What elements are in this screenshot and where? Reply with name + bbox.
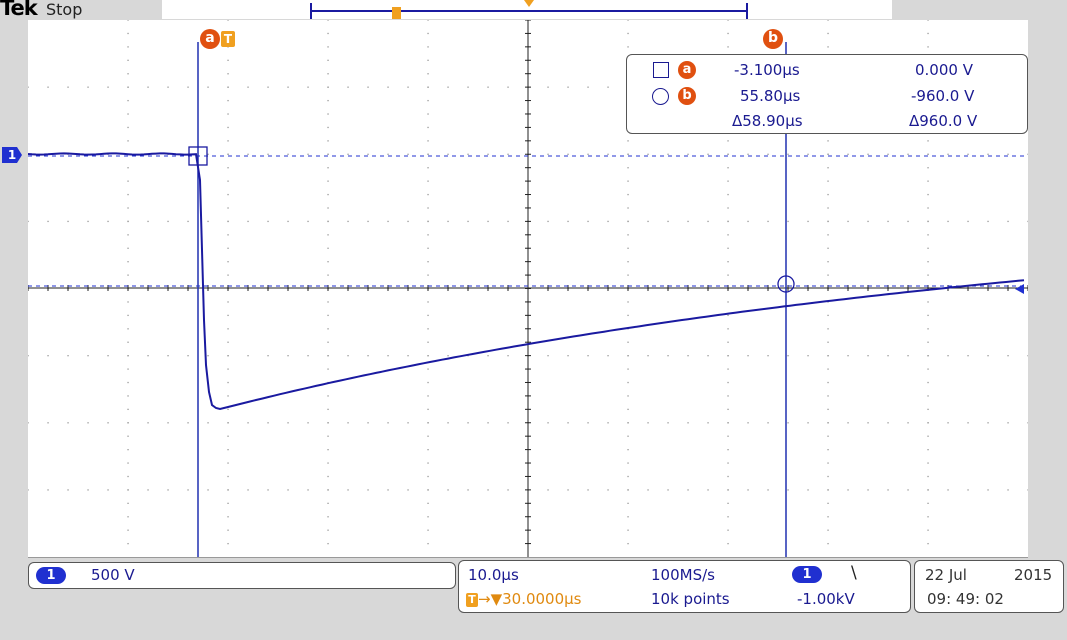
cursor-b-voltage: -960.0 V: [911, 87, 975, 105]
record-trigger-marker: [392, 7, 401, 19]
channel-1-panel[interactable]: 1 500 V: [28, 562, 456, 589]
channel-1-badge[interactable]: 1: [36, 567, 66, 584]
cursor-a-time: -3.100µs: [734, 61, 800, 79]
falling-edge-icon: \: [851, 563, 857, 583]
channel-ground-icon[interactable]: 1: [2, 147, 22, 163]
tek-logo: Tek: [0, 0, 38, 20]
cursor-delta-voltage: Δ960.0 V: [909, 112, 978, 130]
trigger-channel-badge[interactable]: 1: [792, 566, 822, 583]
circle-cursor-icon: [652, 88, 669, 105]
horizontal-scale[interactable]: 10.0µs: [468, 566, 519, 584]
square-cursor-icon: [653, 62, 669, 78]
channel-1-scale[interactable]: 500 V: [91, 566, 135, 584]
trigger-icon: T: [466, 592, 478, 607]
readout-cursor-b-badge: b: [678, 87, 696, 105]
trigger-icon: T: [221, 31, 235, 47]
clock-time: 09: 49: 02: [927, 590, 1004, 608]
cursor-b-badge[interactable]: b: [763, 29, 783, 49]
channel-1-trace: [28, 152, 1025, 411]
date-time-panel: 22 Jul 2015 09: 49: 02: [914, 560, 1064, 613]
record-view-bar[interactable]: [162, 0, 892, 19]
record-window-right-edge: [746, 3, 748, 19]
trigger-level-marker[interactable]: [1015, 284, 1024, 294]
date-year: 2015: [1014, 566, 1053, 584]
record-length: 10k points: [651, 590, 730, 608]
sample-rate: 100MS/s: [651, 566, 715, 584]
timebase-panel[interactable]: 10.0µs 100MS/s 1 \ T →▼30.0000µs 10k poin…: [458, 560, 911, 613]
trigger-position[interactable]: T →▼30.0000µs: [466, 590, 582, 608]
acquisition-status[interactable]: Stop: [46, 0, 82, 19]
trigger-level[interactable]: -1.00kV: [797, 590, 855, 608]
record-window[interactable]: [310, 10, 748, 12]
readout-cursor-a-badge: a: [678, 61, 696, 79]
cursor-a-badge[interactable]: a: [200, 29, 220, 49]
cursor-readout: a -3.100µs 0.000 V b 55.80µs -960.0 V Δ5…: [626, 54, 1028, 134]
cursor-b-time: 55.80µs: [740, 87, 801, 105]
expansion-point-icon: [524, 0, 534, 7]
cursor-delta-time: Δ58.90µs: [732, 112, 803, 130]
cursor-a-voltage: 0.000 V: [915, 61, 973, 79]
date-day-month: 22 Jul: [925, 566, 967, 584]
